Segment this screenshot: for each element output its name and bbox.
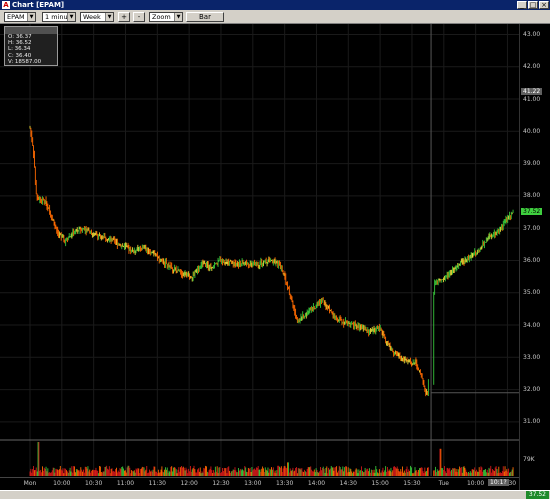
price-tick-label: 31.00 (523, 418, 541, 426)
price-axis: 41.22 37.52 79K 43.00 42.00 41.00 40.00 39.0… (519, 24, 550, 490)
price-tick-label: 41.00 (523, 95, 541, 103)
time-axis: 10:30 10:00 Tue 15:30 15:00 14:30 14:00 13:30 13… (0, 477, 519, 491)
chevron-down-icon[interactable]: ▼ (105, 13, 113, 21)
status-bar: 37.52 (0, 490, 550, 499)
time-tick-label: 12:30 (212, 480, 230, 487)
time-tick-label: Tue (438, 480, 449, 487)
time-tick-label: 15:30 (403, 480, 421, 487)
ohlc-info-box[interactable]: O: 36.37 H: 36.52 L: 36.34 C: 36.40 V: 1… (4, 26, 58, 66)
price-tick-label: 39.00 (523, 160, 541, 168)
volume-axis-label: 79K (523, 456, 535, 463)
window-title: Chart [EPAM] (12, 1, 65, 9)
volume-value: V: 18587.00 (8, 58, 42, 65)
price-tick-label: 40.00 (523, 127, 541, 135)
time-tick-label: 13:30 (275, 480, 294, 487)
zoom-mode-select[interactable]: Zoom ▼ (149, 12, 183, 22)
zoom-in-button[interactable]: + (118, 12, 130, 22)
chevron-down-icon[interactable]: ▼ (174, 13, 182, 21)
symbol-select[interactable]: EPAM ▼ (4, 12, 36, 22)
price-tick-label: 37.00 (523, 224, 541, 232)
minimize-icon[interactable]: _ (517, 1, 527, 9)
price-tick-label: 34.00 (523, 321, 541, 329)
symbol-value: EPAM (7, 13, 25, 21)
time-tick-label: 11:00 (116, 480, 135, 487)
price-tick-label: 42.00 (523, 63, 541, 71)
time-tick-label: Mon (23, 480, 37, 487)
time-tick-label: 14:00 (307, 480, 326, 487)
price-tick-label: 36.00 (523, 256, 541, 264)
current-time-tag: 10:1? (488, 479, 509, 486)
last-price-badge: 37.52 (525, 491, 549, 499)
time-tick-label: 12:00 (180, 480, 198, 487)
current-price-tag: 37.52 (521, 207, 543, 215)
time-tick-label: 11:30 (148, 480, 166, 487)
chart-plot-area[interactable] (0, 24, 519, 490)
crosshair-price-tag: 41.22 (521, 88, 543, 96)
zoom-mode-value: Zoom (152, 13, 171, 21)
price-tick-label: 32.00 (523, 386, 541, 394)
time-tick-label: 10:00 (466, 480, 485, 487)
info-box-header (5, 27, 57, 34)
time-tick-label: 10:00 (53, 480, 71, 487)
time-tick-label: 13:00 (244, 480, 262, 487)
time-tick-label: 15:00 (371, 480, 389, 487)
price-tick-label: 43.00 (523, 30, 541, 38)
interval-select[interactable]: 1 minute ▼ (42, 12, 76, 22)
price-tick-label: 38.00 (523, 192, 541, 200)
app-logo-icon: A (2, 1, 10, 9)
price-tick-label: 35.00 (523, 289, 541, 297)
chevron-down-icon[interactable]: ▼ (27, 13, 35, 21)
chevron-down-icon[interactable]: ▼ (67, 13, 75, 21)
close-icon[interactable]: × (539, 1, 549, 9)
title-bar: A Chart [EPAM] _ □ × (0, 0, 550, 10)
zoom-out-button[interactable]: - (133, 12, 145, 22)
time-tick-label: 14:30 (339, 480, 357, 487)
maximize-icon[interactable]: □ (528, 1, 538, 9)
period-value: Week (83, 13, 101, 21)
price-chart[interactable] (0, 24, 519, 490)
time-tick-label: 10:30 (85, 480, 103, 487)
chart-type-button[interactable]: Bar (186, 12, 224, 22)
price-tick-label: 33.00 (523, 353, 541, 361)
toolbar: EPAM ▼ 1 minute ▼ Week ▼ + - Zoom ▼ Bar (0, 10, 550, 24)
period-select[interactable]: Week ▼ (80, 12, 114, 22)
